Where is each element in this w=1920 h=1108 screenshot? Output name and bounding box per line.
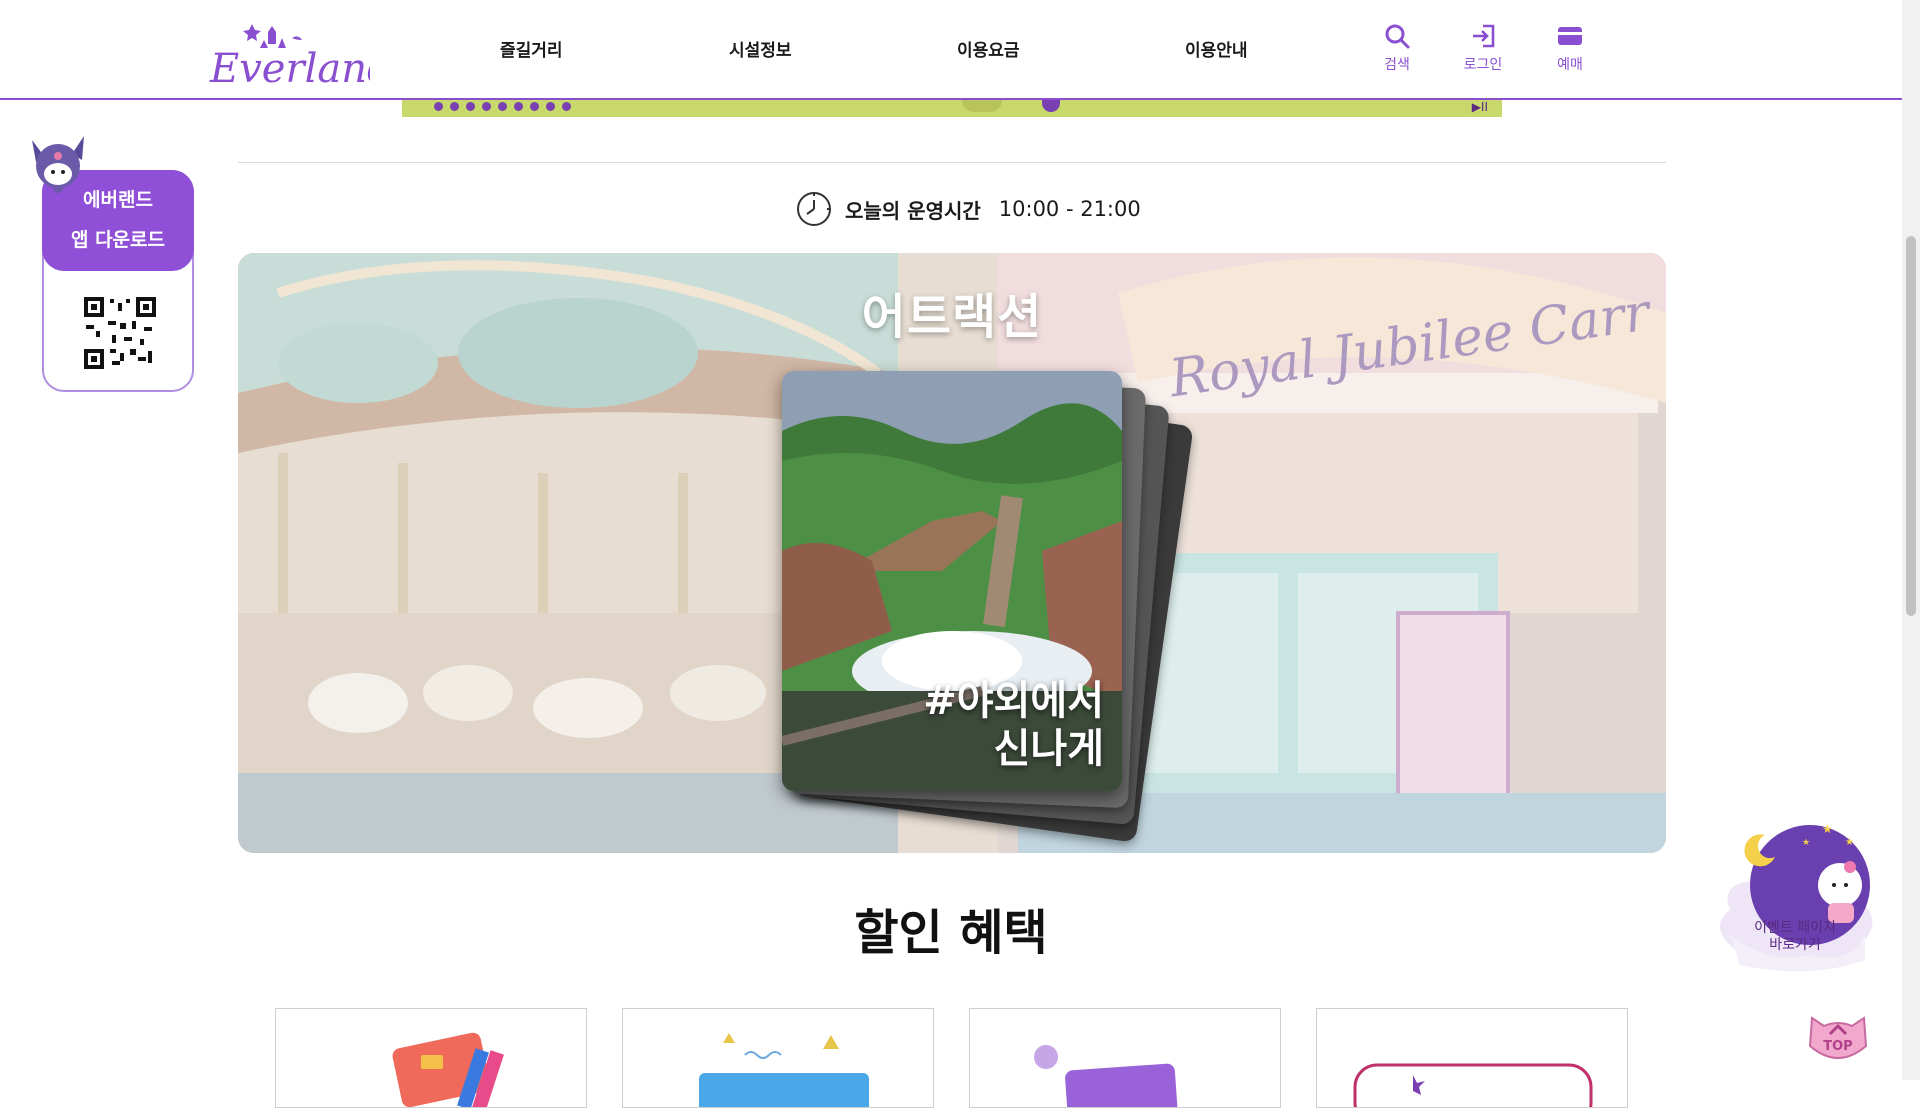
discount-section-title: 할인 혜택 bbox=[854, 905, 1048, 961]
card-icon bbox=[1558, 27, 1582, 45]
logo-wordmark: Everland bbox=[209, 46, 370, 90]
banner-dot[interactable] bbox=[546, 102, 555, 111]
benefit-card-3[interactable] bbox=[969, 1008, 1281, 1108]
hours-value: 10:00 - 21:00 bbox=[998, 197, 1141, 221]
banner-dot[interactable] bbox=[450, 102, 459, 111]
hours-label: 오늘의 운영시간 bbox=[845, 198, 981, 223]
banner-dot[interactable] bbox=[562, 102, 571, 111]
banner-bottom-edge: ▶II bbox=[402, 100, 1502, 117]
attraction-hero: Royal Jubilee Carr 어트랙션 #야외에서 신나게 bbox=[238, 253, 1666, 853]
hello-kitty-event-illustration: ★ ★ ★ bbox=[1720, 822, 1873, 972]
kuromi-character-icon bbox=[32, 136, 84, 193]
qr-code bbox=[84, 297, 156, 369]
search-label: 검색 bbox=[1384, 57, 1410, 73]
banner-dot[interactable] bbox=[434, 102, 443, 111]
nav-pricing[interactable]: 이용요금 bbox=[957, 36, 1020, 61]
banner-dot[interactable] bbox=[498, 102, 507, 111]
attraction-card-stack: #야외에서 신나게 bbox=[782, 371, 1202, 843]
card-caption-line2: 신나게 bbox=[993, 726, 1104, 772]
scrollbar-thumb[interactable] bbox=[1906, 236, 1916, 616]
ticket-button[interactable]: 예매 bbox=[1540, 22, 1600, 74]
login-label: 로그인 bbox=[1463, 57, 1503, 73]
search-button[interactable]: 검색 bbox=[1367, 22, 1427, 74]
section-divider bbox=[238, 162, 1666, 163]
site-header: Everland 즐길거리 시설정보 이용요금 이용안내 검색 로그인 예매 bbox=[0, 0, 1902, 100]
scroll-to-top-button[interactable]: TOP bbox=[1806, 1012, 1870, 1064]
benefit-card-2[interactable] bbox=[622, 1008, 934, 1108]
everland-logo[interactable]: Everland bbox=[208, 10, 393, 92]
nav-facilities[interactable]: 시설정보 bbox=[729, 36, 792, 61]
login-icon bbox=[1473, 24, 1495, 48]
operating-hours: 오늘의 운영시간 10:00 - 21:00 bbox=[795, 190, 1141, 228]
pause-icon[interactable]: ▶II bbox=[1472, 100, 1488, 114]
banner-dot[interactable] bbox=[514, 102, 523, 111]
event-label: 이벤트 페이지 바로가기 bbox=[1710, 920, 1880, 954]
ticket-label: 예매 bbox=[1557, 57, 1583, 73]
login-button[interactable]: 로그인 bbox=[1453, 22, 1513, 74]
attraction-card[interactable]: #야외에서 신나게 bbox=[782, 371, 1122, 791]
top-arrow-icon: TOP bbox=[1808, 1016, 1868, 1059]
search-icon bbox=[1385, 24, 1410, 49]
event-page-shortcut[interactable]: ★ ★ ★ 이벤트 페이지 바로가기 bbox=[1710, 815, 1880, 980]
card-caption: #야외에서 신나게 bbox=[923, 677, 1104, 773]
event-label-line1: 이벤트 페이지 bbox=[1754, 920, 1836, 936]
page-scrollbar[interactable] bbox=[1902, 0, 1920, 1080]
svg-text:★: ★ bbox=[1845, 837, 1854, 848]
membership-illustration bbox=[1353, 1063, 1593, 1107]
coupon-illustration bbox=[1034, 1045, 1178, 1107]
card-caption-line1: #야외에서 bbox=[923, 678, 1104, 724]
svg-text:★: ★ bbox=[1802, 838, 1810, 848]
benefit-card-4[interactable] bbox=[1316, 1008, 1628, 1108]
banner-dot[interactable] bbox=[466, 102, 475, 111]
banner-dot[interactable] bbox=[530, 102, 539, 111]
app-download-line2: 앱 다운로드 bbox=[70, 229, 165, 251]
clock-icon bbox=[797, 192, 831, 226]
benefit-card-1[interactable] bbox=[275, 1008, 587, 1108]
promo-illustration bbox=[699, 1033, 869, 1107]
nav-guide[interactable]: 이용안내 bbox=[1185, 36, 1248, 61]
banner-dot[interactable] bbox=[482, 102, 491, 111]
hero-title: 어트랙션 bbox=[861, 289, 1043, 345]
top-label: TOP bbox=[1823, 1039, 1852, 1054]
nav-activities[interactable]: 즐길거리 bbox=[500, 36, 563, 61]
credit-card-illustration bbox=[392, 1032, 504, 1107]
event-label-line2: 바로가기 bbox=[1769, 937, 1821, 953]
svg-text:★: ★ bbox=[1822, 822, 1833, 836]
